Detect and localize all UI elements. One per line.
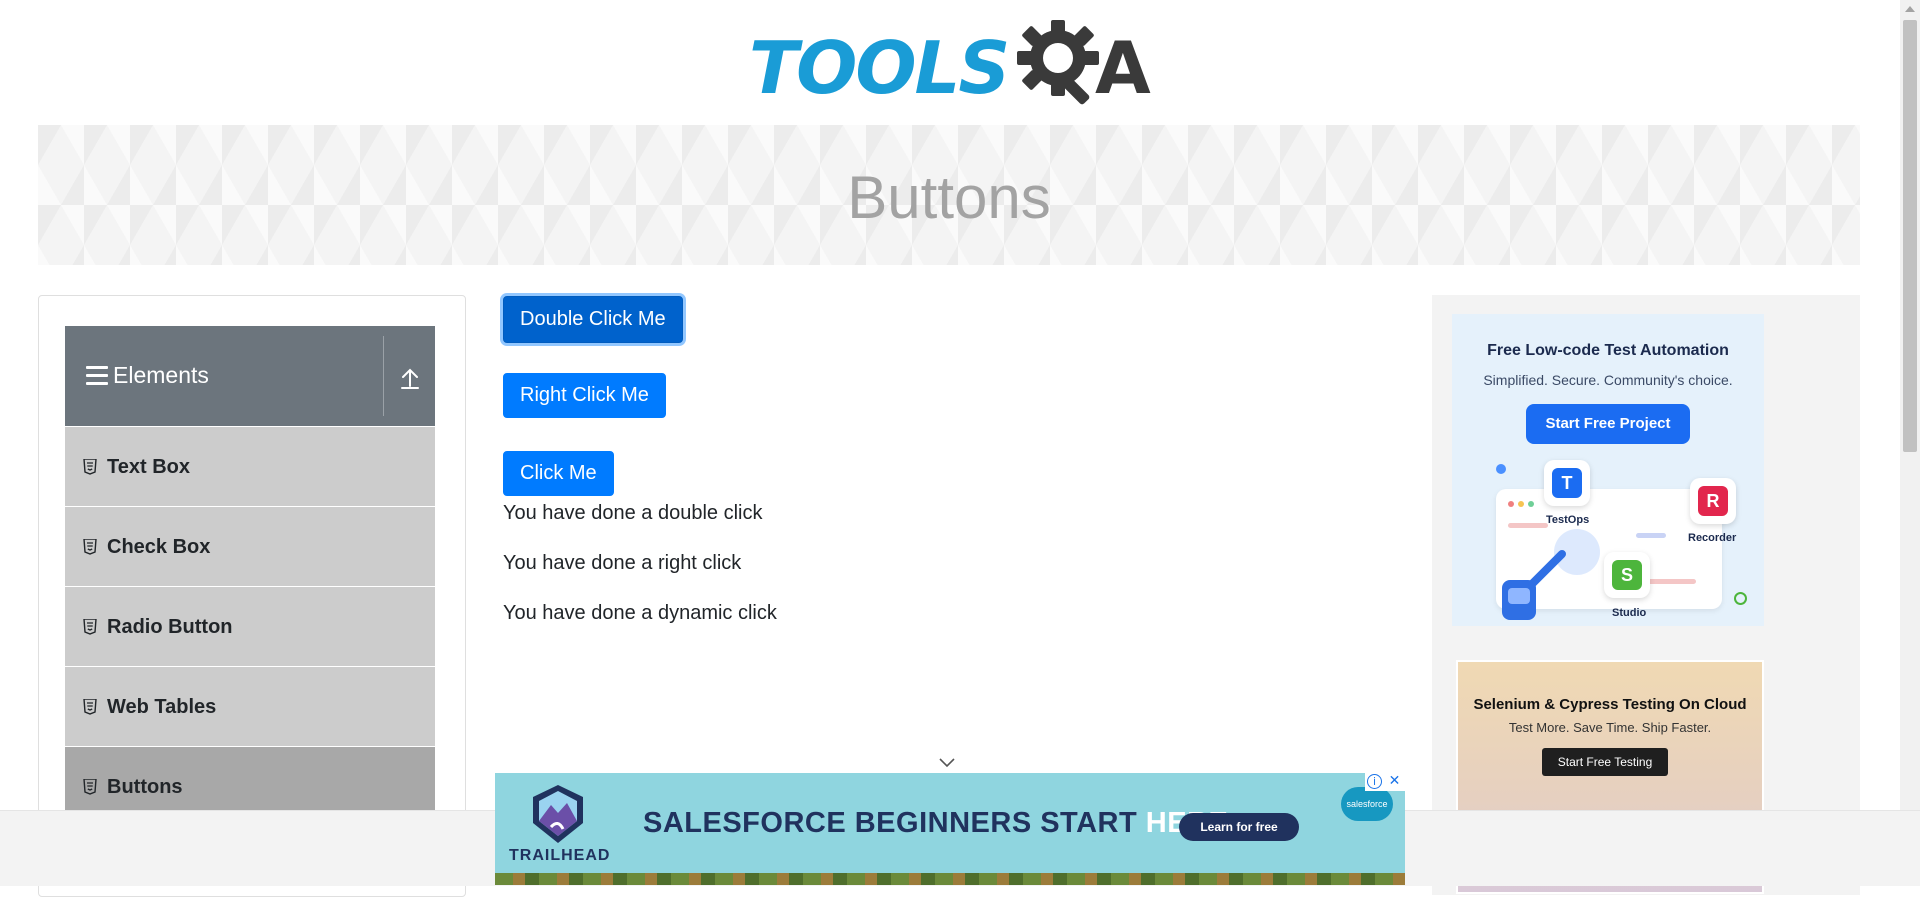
ad-info-icon[interactable]: i [1367, 774, 1382, 789]
sidebar-item-radio-button[interactable]: Radio Button [65, 586, 435, 666]
ad-choices: i ✕ [1365, 773, 1405, 791]
ad-title: Selenium & Cypress Testing On Cloud [1473, 696, 1747, 713]
ad-tile-label: TestOps [1546, 514, 1590, 526]
ad-tile-label: Recorder [1688, 532, 1737, 544]
logo-text: TOOLS [749, 26, 1010, 110]
sidebar-item-check-box[interactable]: Check Box [65, 506, 435, 586]
ad-tile-label: Studio [1612, 607, 1647, 619]
decor-dot [1496, 464, 1506, 474]
ad-tile-icon: R [1698, 486, 1728, 516]
html5-icon [83, 459, 97, 475]
sidebar-item-label: Text Box [107, 456, 190, 478]
html5-icon [83, 779, 97, 795]
gear-magnifier-icon [1017, 20, 1099, 105]
ad-title: Free Low-code Test Automation [1487, 342, 1729, 359]
header-divider [383, 336, 384, 416]
right-click-message: You have done a right click [503, 552, 742, 574]
decor-ring [1734, 592, 1747, 605]
page-title: Buttons [847, 164, 1051, 231]
sidebar-item-web-tables[interactable]: Web Tables [65, 666, 435, 746]
ad-tile-icon: S [1612, 560, 1642, 590]
scroll-up-arrow-icon[interactable] [1905, 6, 1915, 12]
hamburger-icon [86, 366, 108, 386]
katalon-ad[interactable]: Free Low-code Test Automation Simplified… [1452, 314, 1764, 626]
right-click-button[interactable]: Right Click Me [503, 373, 666, 418]
start-free-project-button[interactable]: Start Free Project [1526, 404, 1690, 444]
page-scrollbar[interactable] [1900, 0, 1920, 810]
chevron-down-icon[interactable] [937, 755, 957, 769]
dynamic-click-button[interactable]: Click Me [503, 451, 614, 496]
ad-subtitle: Test More. Save Time. Ship Faster. [1508, 720, 1712, 735]
ad-headline-main: SALESFORCE BEGINNERS START [643, 807, 1146, 839]
trailhead-brand: TRAILHEAD [509, 847, 611, 864]
page-banner: Buttons [38, 125, 1860, 265]
ad-tile-icon: T [1552, 468, 1582, 498]
html5-icon [83, 699, 97, 715]
salesforce-logo: salesforce [1341, 787, 1393, 821]
html5-icon [83, 539, 97, 555]
robot-arm-illustration [1502, 550, 1566, 620]
sidebar-item-label: Radio Button [107, 616, 233, 638]
elements-menu: Text Box Check Box Radio Button Web Tabl… [65, 426, 435, 826]
sidebar-item-label: Buttons [107, 776, 183, 798]
recorder-tile: R [1690, 478, 1736, 524]
html5-icon [83, 619, 97, 635]
ad-close-icon[interactable]: ✕ [1387, 774, 1402, 789]
start-free-testing-button[interactable]: Start Free Testing [1542, 748, 1668, 776]
studio-tile: S [1604, 552, 1650, 598]
double-click-message: You have done a double click [503, 502, 763, 524]
collapse-arrow-icon[interactable] [395, 364, 425, 394]
dynamic-click-message: You have done a dynamic click [503, 602, 777, 624]
trailhead-logo-icon [533, 785, 583, 843]
group-title: Elements [113, 362, 209, 388]
ad-foliage-decor [495, 873, 1405, 885]
learn-for-free-button[interactable]: Learn for free [1179, 813, 1299, 841]
double-click-button[interactable]: Double Click Me [503, 296, 683, 343]
logo-text-a: A [1095, 26, 1151, 110]
ad-headline: SALESFORCE BEGINNERS START HERE. [643, 807, 1237, 840]
elements-group-header[interactable]: Elements [65, 326, 435, 426]
toolsqa-logo[interactable]: TOOLS A [749, 18, 1159, 114]
ad-subtitle: Simplified. Secure. Community's choice. [1483, 372, 1733, 388]
testops-tile: T [1544, 460, 1590, 506]
salesforce-trailhead-ad[interactable]: TRAILHEAD SALESFORCE BEGINNERS START HER… [495, 773, 1405, 885]
sidebar-item-label: Web Tables [107, 696, 217, 718]
scroll-thumb[interactable] [1903, 20, 1917, 452]
sidebar-item-text-box[interactable]: Text Box [65, 426, 435, 506]
sidebar-item-label: Check Box [107, 536, 211, 558]
left-sidebar: Elements Text Box Check Box Radio Button… [38, 295, 466, 897]
